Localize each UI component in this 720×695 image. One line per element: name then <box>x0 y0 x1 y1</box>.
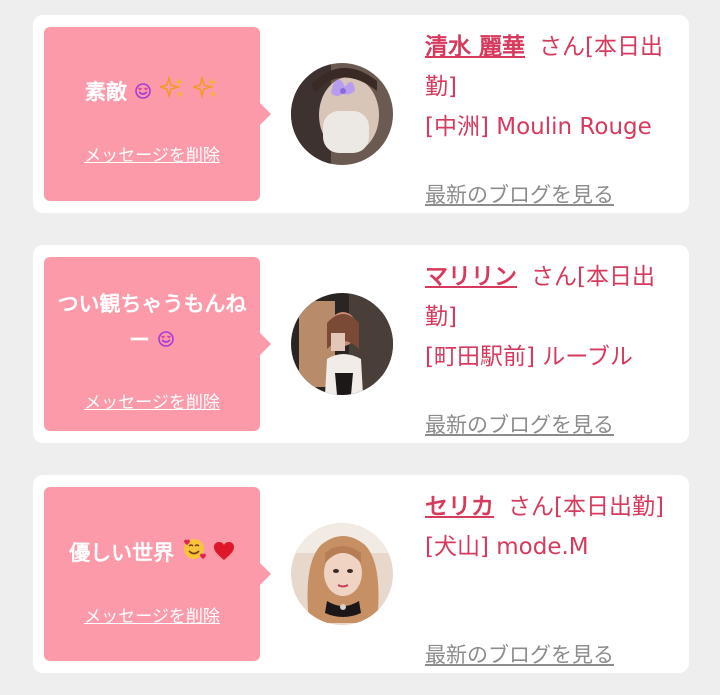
sparkles-emoji-icon <box>156 75 186 111</box>
sparkles-emoji-icon <box>190 75 219 111</box>
message-text-line: 素敵 <box>50 74 254 111</box>
delete-message-link[interactable]: メッセージを削除 <box>44 141 260 166</box>
delete-message-link[interactable]: メッセージを削除 <box>44 602 260 627</box>
smiling-face-with-hearts-emoji-icon <box>134 75 152 111</box>
cast-name-line: セリカ さん[本日出勤] <box>425 487 675 527</box>
cast-name-link[interactable]: セリカ <box>425 494 494 520</box>
message-card: つい観ちゃうもんねー メッセージを削除 マリリン さん[本日出勤] [町田駅前]… <box>33 245 689 443</box>
message-text-line: つい観ちゃうもんねー <box>50 286 254 359</box>
cast-info: 清水 麗華 さん[本日出勤] [中洲] Moulin Rouge 最新のブログを見… <box>425 27 675 207</box>
cast-info: マリリン さん[本日出勤] [町田駅前] ルーブル 最新のブログを見る <box>425 257 675 437</box>
red-heart-emoji-icon <box>213 536 235 572</box>
cast-name-line: 清水 麗華 さん[本日出勤] <box>425 27 675 107</box>
shop-name: [中洲] Moulin Rouge <box>425 114 652 140</box>
message-text: 素敵 <box>85 80 128 104</box>
message-text: つい観ちゃうもんねー <box>57 292 247 352</box>
cast-name-link[interactable]: マリリン <box>425 264 517 290</box>
cast-info: セリカ さん[本日出勤] [犬山] mode.M 最新のブログを見る <box>425 487 675 667</box>
avatar[interactable] <box>291 293 393 395</box>
avatar[interactable] <box>291 523 393 625</box>
message-bubble: 素敵 メッセージを削除 <box>44 27 271 201</box>
shop-name: [町田駅前] ルーブル <box>425 344 633 370</box>
cast-name-line: マリリン さん[本日出勤] <box>425 257 675 337</box>
avatar[interactable] <box>291 63 393 165</box>
smiling-face-with-hearts-emoji-icon <box>157 323 175 359</box>
cast-status: さん[本日出勤] <box>508 494 664 520</box>
message-card: 優しい世界 メッセージを削除 セリカ さん[本日出勤] [犬山] mode.M … <box>33 475 689 673</box>
latest-blog-link[interactable]: 最新のブログを見る <box>425 635 614 675</box>
cast-name-link[interactable]: 清水 麗華 <box>425 34 525 60</box>
delete-message-link[interactable]: メッセージを削除 <box>44 388 260 413</box>
message-text: 優しい世界 <box>69 541 175 565</box>
smiling-face-with-hearts-emoji-icon <box>182 536 206 572</box>
shop-name: [犬山] mode.M <box>425 534 589 560</box>
latest-blog-link[interactable]: 最新のブログを見る <box>425 175 614 215</box>
message-bubble: 優しい世界 メッセージを削除 <box>44 487 271 661</box>
message-bubble: つい観ちゃうもんねー メッセージを削除 <box>44 257 271 431</box>
message-card: 素敵 メッセージを削除 清水 麗華 さん[本日出勤] [中洲] Moulin R… <box>33 15 689 213</box>
message-list: 素敵 メッセージを削除 清水 麗華 さん[本日出勤] [中洲] Moulin R… <box>0 0 720 695</box>
message-text-line: 優しい世界 <box>50 535 254 572</box>
latest-blog-link[interactable]: 最新のブログを見る <box>425 405 614 445</box>
